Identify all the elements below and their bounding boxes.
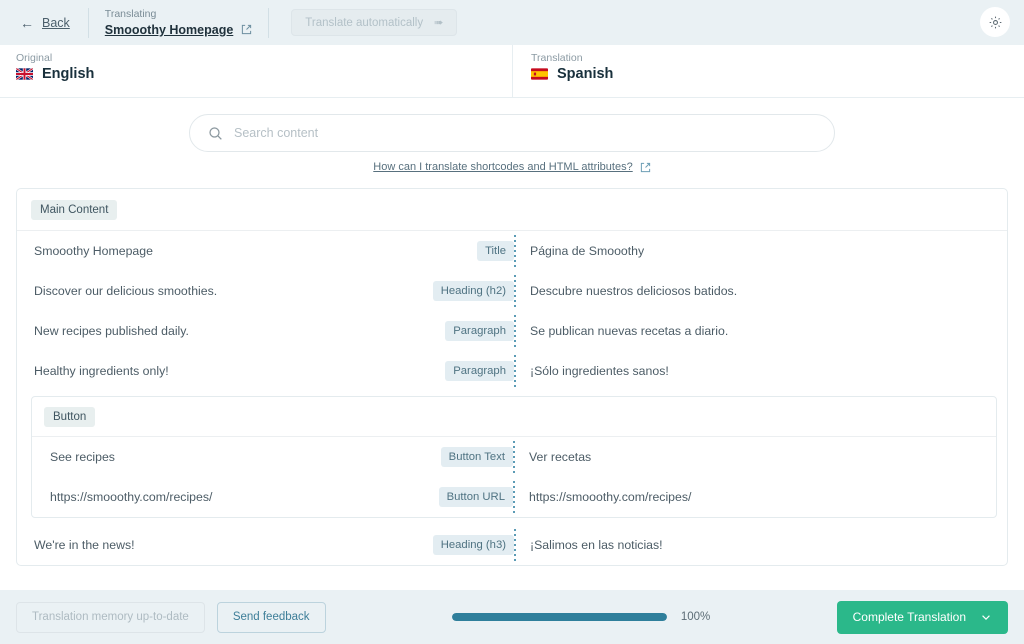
row-source: We're in the news! Heading (h3): [17, 525, 514, 565]
group-header-button: Button: [32, 397, 996, 437]
complete-translation-label: Complete Translation: [852, 610, 966, 624]
search-input[interactable]: [234, 126, 816, 140]
progress-bar-fill: [451, 613, 667, 621]
help-link-row[interactable]: How can I translate shortcodes and HTML …: [373, 161, 650, 173]
type-badge: Button URL: [438, 487, 513, 507]
table-row[interactable]: Smooothy Homepage Title Página de Smooot…: [17, 231, 1007, 271]
row-source: Healthy ingredients only! Paragraph: [17, 351, 514, 391]
target-text[interactable]: Página de Smooothy: [516, 234, 1007, 268]
group-badge-button: Button: [44, 407, 96, 427]
progress-bar: [451, 613, 667, 621]
translate-automatically-button[interactable]: Translate automatically ➠: [291, 9, 458, 36]
chevron-down-icon: [982, 615, 990, 620]
settings-button[interactable]: [980, 7, 1010, 37]
target-text[interactable]: Descubre nuestros deliciosos batidos.: [516, 274, 1007, 308]
type-badge: Paragraph: [445, 361, 514, 381]
progress-percent-label: 100%: [680, 611, 711, 623]
target-text[interactable]: https://smooothy.com/recipes/: [515, 480, 996, 514]
external-link-icon: [640, 162, 650, 172]
footer-bar: Translation memory up-to-date Send feedb…: [0, 590, 1024, 644]
target-text[interactable]: ¡Sólo ingredientes sanos!: [516, 354, 1007, 388]
table-row[interactable]: Discover our delicious smoothies. Headin…: [17, 271, 1007, 311]
content-card: Main Content Smooothy Homepage Title Pág…: [16, 188, 1008, 566]
translation-language-column: Translation Spanish: [512, 45, 1024, 97]
search-section: How can I translate shortcodes and HTML …: [0, 98, 1024, 234]
page-title[interactable]: Smooothy Homepage: [105, 23, 234, 37]
type-badge: Heading (h3): [432, 535, 514, 555]
original-label: Original: [16, 52, 53, 64]
search-icon: [209, 126, 222, 140]
group-badge-main: Main Content: [31, 200, 118, 220]
row-source: See recipes Button Text: [32, 437, 513, 477]
row-source: https://smooothy.com/recipes/ Button URL: [32, 477, 513, 517]
source-text: Healthy ingredients only!: [34, 364, 169, 378]
type-badge: Heading (h2): [432, 281, 514, 301]
top-bar: ← Back Translating Smooothy Homepage Tra…: [0, 0, 1024, 45]
external-link-icon[interactable]: [241, 24, 252, 35]
translation-memory-button[interactable]: Translation memory up-to-date: [16, 601, 205, 633]
type-badge: Paragraph: [445, 321, 514, 341]
progress-area: 100%: [338, 611, 825, 623]
top-bar-divider-2: [268, 7, 270, 38]
table-row[interactable]: See recipes Button Text Ver recetas: [32, 437, 996, 477]
button-group-card: Button See recipes Button Text Ver recet…: [31, 396, 997, 518]
language-bar: Original English Translation Spanish: [0, 45, 1024, 98]
original-language-column: Original English: [0, 45, 512, 97]
table-row[interactable]: We're in the news! Heading (h3) ¡Salimos…: [17, 525, 1007, 565]
back-label: Back: [42, 15, 70, 30]
source-text: Smooothy Homepage: [34, 244, 153, 258]
back-button[interactable]: ← Back: [20, 16, 88, 30]
main-rows: Smooothy Homepage Title Página de Smooot…: [17, 231, 1007, 391]
table-row[interactable]: https://smooothy.com/recipes/ Button URL…: [32, 477, 996, 517]
row-source: New recipes published daily. Paragraph: [17, 311, 514, 351]
translating-label: Translating: [104, 8, 157, 21]
lightning-bolt-icon: ➠: [434, 17, 444, 29]
translation-label: Translation: [531, 52, 583, 64]
translating-block: Translating Smooothy Homepage: [89, 8, 269, 37]
source-text: Discover our delicious smoothies.: [34, 284, 218, 298]
type-badge: Button Text: [440, 447, 513, 467]
target-text[interactable]: Se publican nuevas recetas a diario.: [516, 314, 1007, 348]
source-text: See recipes: [50, 450, 115, 464]
send-feedback-button[interactable]: Send feedback: [216, 601, 326, 633]
original-language-name: English: [42, 66, 95, 82]
uk-flag-icon: [16, 68, 33, 80]
group-header-main: Main Content: [17, 189, 1007, 231]
table-row[interactable]: New recipes published daily. Paragraph S…: [17, 311, 1007, 351]
help-link-label: How can I translate shortcodes and HTML …: [373, 161, 633, 173]
spain-flag-icon: [531, 68, 548, 80]
type-badge: Title: [477, 241, 514, 261]
complete-translation-button[interactable]: Complete Translation: [836, 600, 1008, 634]
translate-automatically-label: Translate automatically: [305, 16, 424, 29]
row-source: Smooothy Homepage Title: [17, 231, 514, 271]
source-text: We're in the news!: [34, 538, 135, 552]
row-source: Discover our delicious smoothies. Headin…: [17, 271, 514, 311]
search-box[interactable]: [189, 114, 835, 152]
target-text[interactable]: ¡Salimos en las noticias!: [516, 528, 1007, 562]
source-text: https://smooothy.com/recipes/: [50, 490, 213, 504]
translation-language-name: Spanish: [557, 66, 614, 82]
source-text: New recipes published daily.: [34, 324, 189, 338]
gear-icon: [989, 16, 1001, 28]
target-text[interactable]: Ver recetas: [515, 440, 996, 474]
table-row[interactable]: Healthy ingredients only! Paragraph ¡Sól…: [17, 351, 1007, 391]
arrow-left-icon: ←: [20, 14, 34, 31]
